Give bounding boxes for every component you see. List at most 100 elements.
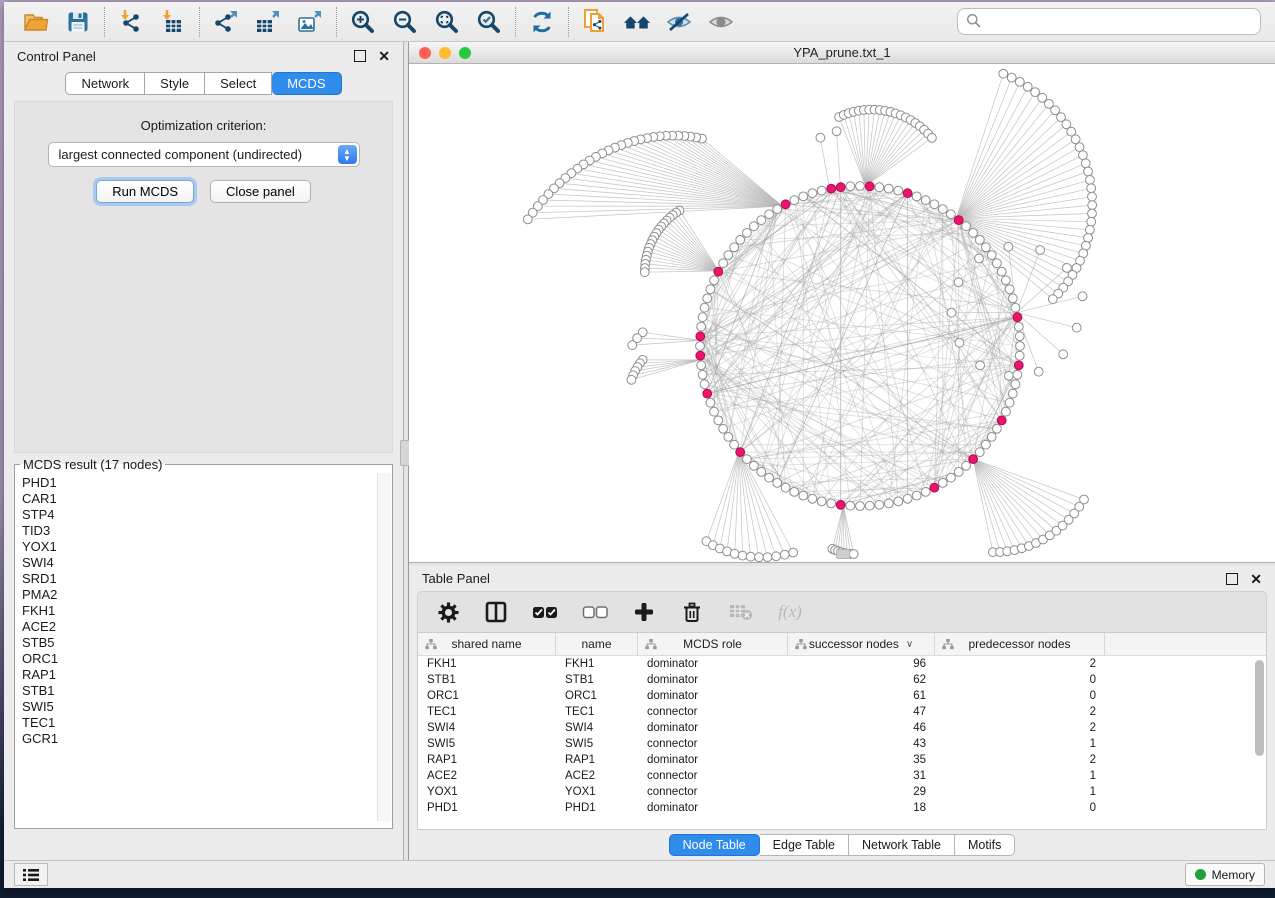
criterion-select[interactable]: largest connected component (undirected)… — [48, 142, 360, 167]
table-row[interactable]: SWI5SWI5connector431 — [418, 736, 1266, 752]
network-hub-node[interactable] — [997, 416, 1006, 425]
mcds-result-item[interactable]: GCR1 — [22, 731, 385, 747]
network-node[interactable] — [1059, 350, 1068, 359]
network-hub-node[interactable] — [714, 267, 723, 276]
network-node[interactable] — [750, 461, 759, 470]
network-node[interactable] — [1079, 151, 1088, 160]
network-node[interactable] — [997, 267, 1006, 276]
network-node[interactable] — [969, 229, 978, 238]
export-table-icon[interactable] — [254, 8, 282, 36]
cell-predecessor-nodes[interactable]: 1 — [935, 770, 1105, 782]
table-row[interactable]: ACE2ACE2connector311 — [418, 768, 1266, 784]
network-node[interactable] — [954, 468, 963, 477]
network-node[interactable] — [947, 210, 956, 219]
network-node[interactable] — [738, 551, 747, 560]
network-node[interactable] — [1008, 389, 1017, 398]
tab-network-table[interactable]: Network Table — [849, 834, 955, 856]
float-panel-icon[interactable] — [354, 50, 366, 62]
cell-shared-name[interactable]: YOX1 — [418, 786, 556, 798]
network-node[interactable] — [1036, 246, 1045, 255]
float-table-panel-icon[interactable] — [1226, 573, 1238, 585]
network-node[interactable] — [954, 278, 963, 287]
network-node[interactable] — [719, 424, 728, 433]
network-hub-node[interactable] — [696, 351, 705, 360]
network-node[interactable] — [1034, 367, 1043, 376]
network-hub-node[interactable] — [836, 183, 845, 192]
cell-MCDS-role[interactable]: dominator — [638, 658, 788, 670]
network-node[interactable] — [947, 473, 956, 482]
network-hub-node[interactable] — [703, 389, 712, 398]
network-node[interactable] — [724, 251, 733, 260]
cell-shared-name[interactable]: FKH1 — [418, 658, 556, 670]
tab-network[interactable]: Network — [65, 72, 145, 95]
open-file-icon[interactable] — [22, 8, 50, 36]
network-node[interactable] — [765, 210, 774, 219]
network-node[interactable] — [975, 236, 984, 245]
cell-shared-name[interactable]: TEC1 — [418, 706, 556, 718]
network-node[interactable] — [982, 243, 991, 252]
cell-name[interactable]: YOX1 — [556, 786, 638, 798]
cell-predecessor-nodes[interactable]: 0 — [935, 690, 1105, 702]
cell-MCDS-role[interactable]: dominator — [638, 674, 788, 686]
network-node[interactable] — [817, 186, 826, 195]
zoom-selected-icon[interactable] — [475, 8, 503, 36]
table-settings-icon[interactable] — [436, 600, 460, 624]
export-image-icon[interactable] — [296, 8, 324, 36]
network-node[interactable] — [743, 229, 752, 238]
network-node[interactable] — [763, 553, 772, 562]
network-node[interactable] — [1015, 332, 1024, 341]
network-node[interactable] — [789, 548, 798, 557]
network-node[interactable] — [1011, 303, 1020, 312]
network-hub-node[interactable] — [696, 332, 705, 341]
network-node[interactable] — [975, 448, 984, 457]
mcds-result-item[interactable]: STP4 — [22, 507, 385, 523]
network-node[interactable] — [1016, 342, 1025, 351]
zoom-in-icon[interactable] — [349, 8, 377, 36]
mcds-result-list[interactable]: PHD1CAR1STP4TID3YOX1SWI4SRD1PMA2FKH1ACE2… — [15, 472, 392, 822]
network-node[interactable] — [955, 338, 964, 347]
network-node[interactable] — [700, 380, 709, 389]
network-node[interactable] — [875, 183, 884, 192]
network-node[interactable] — [930, 200, 939, 209]
network-node[interactable] — [993, 259, 1002, 268]
delete-column-icon[interactable] — [680, 600, 704, 624]
network-node[interactable] — [719, 259, 728, 268]
network-node[interactable] — [1086, 176, 1095, 185]
zoom-out-icon[interactable] — [391, 8, 419, 36]
network-node[interactable] — [698, 313, 707, 322]
network-node[interactable] — [987, 433, 996, 442]
network-node[interactable] — [912, 192, 921, 201]
network-node[interactable] — [982, 440, 991, 449]
task-history-button[interactable] — [14, 863, 48, 886]
network-node[interactable] — [921, 196, 930, 205]
network-node[interactable] — [846, 501, 855, 510]
network-node[interactable] — [757, 468, 766, 477]
mcds-result-item[interactable]: TID3 — [22, 523, 385, 539]
network-node[interactable] — [817, 497, 826, 506]
network-node[interactable] — [799, 491, 808, 500]
refresh-layout-icon[interactable] — [528, 8, 556, 36]
first-neighbors-icon[interactable] — [623, 8, 651, 36]
network-node[interactable] — [938, 205, 947, 214]
mcds-result-item[interactable]: RAP1 — [22, 667, 385, 683]
cell-successor-nodes[interactable]: 62 — [788, 674, 935, 686]
cell-name[interactable]: RAP1 — [556, 754, 638, 766]
cell-MCDS-role[interactable]: dominator — [638, 802, 788, 814]
tab-mcds[interactable]: MCDS — [272, 72, 341, 95]
cell-successor-nodes[interactable]: 61 — [788, 690, 935, 702]
mcds-result-item[interactable]: PMA2 — [22, 587, 385, 603]
cell-successor-nodes[interactable]: 46 — [788, 722, 935, 734]
cell-name[interactable]: SWI5 — [556, 738, 638, 750]
table-row[interactable]: YOX1YOX1connector291 — [418, 784, 1266, 800]
mcds-result-item[interactable]: TEC1 — [22, 715, 385, 731]
network-node[interactable] — [724, 433, 733, 442]
network-node[interactable] — [697, 361, 706, 370]
cell-name[interactable]: SWI4 — [556, 722, 638, 734]
cell-successor-nodes[interactable]: 47 — [788, 706, 935, 718]
network-node[interactable] — [1075, 143, 1084, 152]
table-row[interactable]: PHD1PHD1dominator180 — [418, 800, 1266, 816]
mcds-result-item[interactable]: SWI5 — [22, 699, 385, 715]
network-node[interactable] — [757, 216, 766, 225]
network-node[interactable] — [730, 243, 739, 252]
network-node[interactable] — [730, 440, 739, 449]
